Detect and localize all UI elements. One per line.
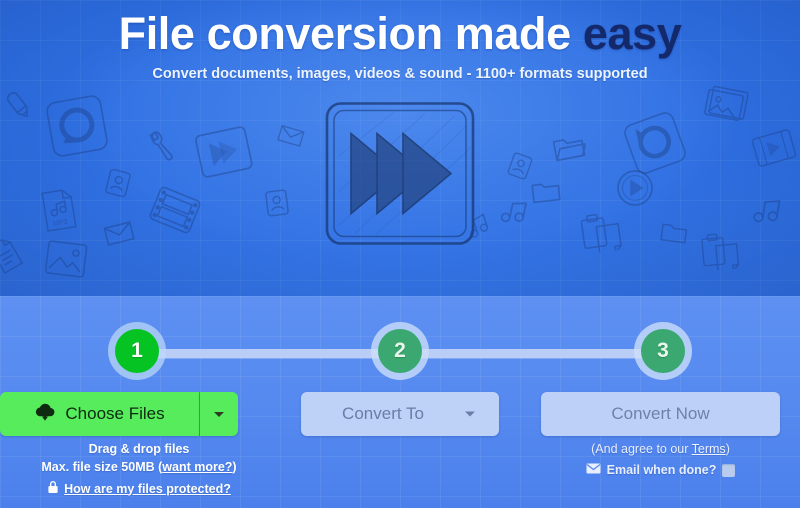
folder-icon — [659, 220, 689, 245]
envelope-icon — [586, 463, 601, 477]
terms-suffix: ) — [725, 442, 730, 456]
choose-files-dropdown-button[interactable] — [200, 392, 238, 436]
email-when-done-checkbox[interactable] — [722, 463, 736, 477]
chevron-down-icon — [214, 411, 224, 417]
mail-icon — [102, 219, 136, 248]
page-root: MP3 File conversion made easy Convert do… — [0, 0, 800, 508]
step-2-number: 2 — [394, 339, 406, 362]
upload-help-text: Drag & drop files Max. file size 50MB (w… — [20, 442, 258, 497]
cloud-upload-icon — [34, 403, 56, 426]
chevron-down-icon — [465, 411, 475, 417]
max-size-suffix: ) — [232, 460, 237, 474]
page-title: File conversion made easy — [0, 8, 800, 60]
email-when-done-label: Email when done? — [606, 463, 717, 477]
play-circle-icon — [615, 168, 655, 208]
drag-drop-hint: Drag & drop files — [88, 442, 190, 456]
photo-icon — [42, 237, 91, 282]
play-box-icon — [191, 123, 256, 184]
convert-now-label: Convert Now — [611, 404, 710, 423]
convert-help-text: (And agree to our Terms) Email when done… — [541, 442, 780, 477]
email-when-done-row[interactable]: Email when done? — [541, 463, 780, 477]
headline-accent-text: easy — [582, 8, 682, 59]
contact-card-icon — [504, 149, 536, 184]
step-3-disc: 3 — [641, 329, 685, 373]
mail-icon — [276, 123, 306, 148]
terms-row: (And agree to our Terms) — [541, 442, 780, 456]
convert-to-button[interactable]: Convert To — [301, 392, 499, 436]
refresh-icon — [41, 90, 113, 162]
max-file-size-hint: Max. file size 50MB (want more?) — [20, 460, 258, 474]
choose-files-label: Choose Files — [65, 404, 165, 423]
step-indicator-1[interactable]: 1 — [108, 322, 166, 380]
page-subtitle: Convert documents, images, videos & soun… — [152, 66, 648, 82]
terms-prefix: (And agree to our — [591, 442, 692, 456]
choose-files-group: Choose Files — [0, 392, 238, 436]
svg-text:MP3: MP3 — [53, 219, 68, 228]
clipboard-icon — [698, 230, 743, 272]
folder-icon — [530, 178, 562, 205]
files-protected-link[interactable]: How are my files protected? — [64, 482, 231, 496]
wrench-icon — [142, 128, 178, 164]
max-size-prefix: Max. file size 50MB ( — [41, 460, 163, 474]
step-1-number: 1 — [131, 339, 143, 362]
step-indicator-2[interactable]: 2 — [371, 322, 429, 380]
image-stack-icon — [701, 81, 753, 125]
step-progress-indicator: 1 2 3 — [0, 322, 800, 380]
action-row: Choose Files Convert To Convert Now — [0, 392, 800, 438]
folder-open-icon — [550, 131, 589, 165]
step-3-number: 3 — [657, 339, 669, 362]
step-indicator-3[interactable]: 3 — [634, 322, 692, 380]
music-note-icon — [497, 195, 530, 228]
video-strip-icon — [748, 125, 800, 172]
headline-main-text: File conversion made — [118, 8, 583, 59]
fast-forward-play-sketch-icon — [315, 96, 485, 261]
contact-card-icon — [102, 165, 134, 200]
convert-to-label: Convert To — [342, 404, 424, 423]
convert-now-button[interactable]: Convert Now — [541, 392, 780, 436]
film-strip-icon — [142, 177, 207, 242]
files-protected-row[interactable]: How are my files protected? — [20, 480, 258, 497]
document-icon — [0, 233, 27, 276]
clipboard-icon — [577, 209, 626, 255]
lock-icon — [47, 480, 59, 497]
converter-panel: 1 2 3 Choose Files Convert To Convert No… — [0, 296, 800, 508]
hero-banner: MP3 File conversion made easy Convert do… — [0, 0, 800, 296]
step-1-disc: 1 — [115, 329, 159, 373]
music-note-icon — [750, 194, 784, 228]
pencil-icon — [0, 81, 43, 129]
step-2-disc: 2 — [378, 329, 422, 373]
contact-card-icon — [262, 187, 291, 220]
mp3-file-icon: MP3 — [37, 185, 81, 234]
want-more-link[interactable]: want more? — [162, 460, 232, 474]
terms-link[interactable]: Terms — [692, 442, 726, 456]
choose-files-button[interactable]: Choose Files — [0, 392, 199, 436]
